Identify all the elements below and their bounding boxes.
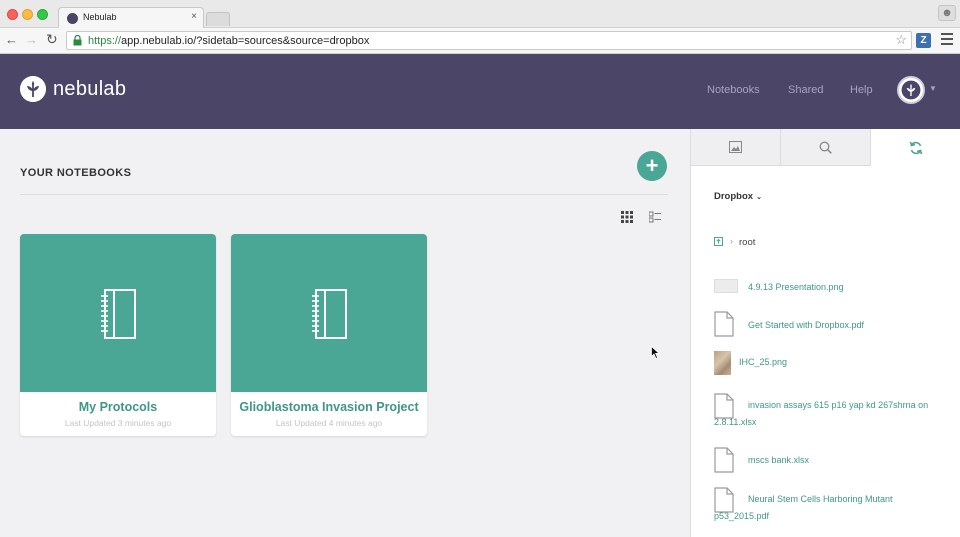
notebook-icon <box>312 289 347 339</box>
folder-up-icon[interactable] <box>714 237 723 246</box>
lock-icon <box>73 35 82 46</box>
browser-menu-icon[interactable] <box>941 33 953 45</box>
zoom-window-button[interactable] <box>37 9 48 20</box>
search-icon <box>819 141 832 154</box>
reload-icon[interactable]: ↻ <box>46 31 58 48</box>
file-name[interactable]: 4.9.13 Presentation.png <box>748 279 844 296</box>
notebook-cover[interactable] <box>20 234 216 392</box>
source-dropdown[interactable]: Dropbox ⌄ <box>714 191 762 202</box>
file-name[interactable]: Get Started with Dropbox.pdf <box>748 317 864 334</box>
notebook-card[interactable]: My Protocols Last Updated 3 minutes ago <box>20 234 216 436</box>
profile-icon[interactable]: ☻ <box>938 5 956 21</box>
forward-arrow-icon[interactable]: → <box>25 32 38 47</box>
tab-images[interactable] <box>691 129 781 166</box>
divider <box>20 194 668 195</box>
notebook-name[interactable]: My Protocols <box>20 400 216 414</box>
file-name[interactable]: IHC_25.png <box>739 354 787 371</box>
minimize-window-button[interactable] <box>22 9 33 20</box>
breadcrumb-separator: › <box>730 236 733 246</box>
side-panel: Dropbox ⌄ › root 4.9.13 Presentation.png … <box>690 129 960 537</box>
grid-view-icon[interactable] <box>621 211 633 223</box>
image-icon <box>729 141 742 153</box>
url-text: https://app.nebulab.io/?sidetab=sources&… <box>88 35 370 47</box>
logo-text[interactable]: nebulab <box>53 78 126 101</box>
browser-toolbar: ← → ↻ https://app.nebulab.io/?sidetab=so… <box>0 28 960 54</box>
tab-sources[interactable] <box>871 129 960 166</box>
side-tabs <box>691 129 960 166</box>
sync-icon <box>909 141 923 155</box>
extension-z-icon[interactable]: Z <box>916 33 931 48</box>
chevron-down-icon[interactable]: ▼ <box>929 84 937 93</box>
nebulab-favicon-icon <box>67 13 78 24</box>
tab-title: Nebulab <box>83 12 117 22</box>
bookmark-star-icon[interactable]: ☆ <box>895 32 907 48</box>
add-notebook-button[interactable]: + <box>637 151 667 181</box>
app-header: nebulab Notebooks Shared Help ▼ <box>0 54 960 129</box>
notebook-cover[interactable] <box>231 234 427 392</box>
mouse-cursor-icon <box>651 346 660 359</box>
tab-close-icon[interactable]: × <box>191 11 197 22</box>
notebook-card[interactable]: Glioblastoma Invasion Project Last Updat… <box>231 234 427 436</box>
list-view-icon[interactable] <box>649 211 661 223</box>
browser-tab[interactable]: Nebulab × <box>58 7 204 29</box>
source-label: Dropbox <box>714 191 754 202</box>
notebooks-area: YOUR NOTEBOOKS + My Protocols Last Updat… <box>0 129 690 537</box>
notebook-updated: Last Updated 3 minutes ago <box>64 418 172 428</box>
file-name[interactable]: invasion assays 615 p16 yap kd 267shrna … <box>714 397 944 431</box>
address-bar[interactable]: https://app.nebulab.io/?sidetab=sources&… <box>66 31 912 50</box>
notebook-name[interactable]: Glioblastoma Invasion Project <box>231 400 427 414</box>
new-tab-button[interactable] <box>206 12 230 26</box>
browser-tabstrip: Nebulab × ☻ <box>0 0 960 29</box>
image-thumbnail <box>714 279 738 293</box>
user-avatar[interactable] <box>897 76 925 104</box>
tab-search[interactable] <box>781 129 871 166</box>
nav-help[interactable]: Help <box>850 84 873 96</box>
document-icon <box>714 311 734 337</box>
back-arrow-icon[interactable]: ← <box>5 32 18 47</box>
notebook-icon <box>101 289 136 339</box>
file-name[interactable]: mscs bank.xlsx <box>748 452 809 469</box>
close-window-button[interactable] <box>7 9 18 20</box>
nav-shared[interactable]: Shared <box>788 84 823 96</box>
file-name[interactable]: Neural Stem Cells Harboring Mutant p53_2… <box>714 491 944 525</box>
image-thumbnail <box>714 351 731 375</box>
breadcrumb-root[interactable]: root <box>739 237 755 248</box>
chevron-down-icon: ⌄ <box>756 194 762 201</box>
nav-notebooks[interactable]: Notebooks <box>707 84 760 96</box>
notebook-updated: Last Updated 4 minutes ago <box>275 418 383 428</box>
nebulab-logo-icon[interactable] <box>20 76 46 102</box>
page-title: YOUR NOTEBOOKS <box>20 167 132 179</box>
document-icon <box>714 447 734 473</box>
